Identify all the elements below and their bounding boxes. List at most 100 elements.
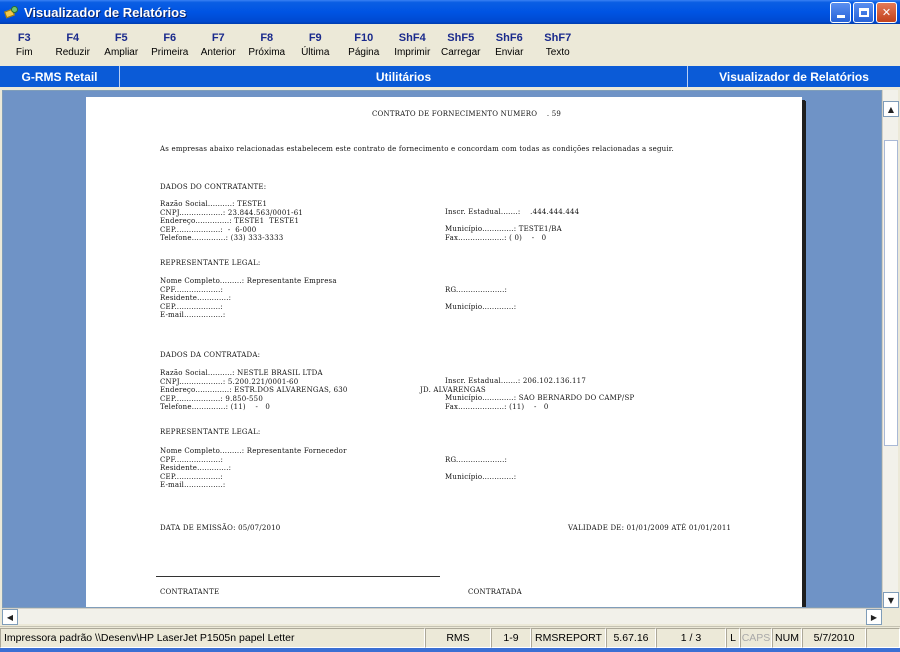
minimize-button[interactable] bbox=[830, 2, 851, 23]
representante-fields-right-2: RG....................: Município.......… bbox=[445, 447, 516, 481]
close-button[interactable]: ✕ bbox=[876, 2, 897, 23]
vertical-scrollbar[interactable]: ▲ ▼ bbox=[882, 90, 899, 608]
tool-ultima-button[interactable]: F9 Última bbox=[291, 24, 340, 66]
window-title: Visualizador de Relatórios bbox=[24, 4, 187, 20]
signature-line bbox=[156, 576, 440, 577]
field-line: Nome Completo.........: Representante Fo… bbox=[160, 447, 347, 455]
status-report: RMSREPORT bbox=[531, 628, 606, 648]
tool-reduzir-button[interactable]: F4 Reduzir bbox=[49, 24, 98, 66]
arrow-down-icon: ▼ bbox=[887, 595, 895, 605]
tool-imprimir-button[interactable]: ShF4 Imprimir bbox=[388, 24, 437, 66]
status-module: RMS bbox=[425, 628, 491, 648]
tool-label: Carregar bbox=[441, 46, 481, 58]
status-l: L bbox=[726, 628, 740, 648]
tool-ampliar-button[interactable]: F5 Ampliar bbox=[97, 24, 146, 66]
scroll-right-button[interactable]: ▶ bbox=[866, 609, 882, 625]
tool-key: F6 bbox=[163, 31, 177, 44]
field-line: Município.............: bbox=[445, 302, 517, 311]
field-line: RG....................: bbox=[445, 455, 508, 464]
field-line bbox=[445, 447, 516, 456]
tool-label: Primeira bbox=[151, 46, 189, 58]
field-line: JD. ALVARENGAS bbox=[420, 385, 486, 394]
restore-icon bbox=[858, 8, 869, 17]
report-title: CONTRATO DE FORNECIMENTO NUMERO . 59 bbox=[372, 110, 562, 118]
field-line: Endereço..............: ESTR.DOS ALVAREN… bbox=[160, 386, 348, 395]
tool-label: Última bbox=[301, 46, 330, 58]
arrow-right-icon: ▶ bbox=[870, 612, 878, 622]
tool-enviar-button[interactable]: ShF6 Enviar bbox=[485, 24, 534, 66]
vertical-scroll-thumb[interactable] bbox=[884, 140, 898, 446]
page-shadow bbox=[802, 101, 806, 607]
tool-pagina-button[interactable]: F10 Página bbox=[340, 24, 389, 66]
function-key-toolbar: F3 Fim F4 Reduzir F5 Ampliar F6 Primeira F7 A… bbox=[0, 24, 900, 66]
app-name: G-RMS Retail bbox=[0, 66, 120, 87]
tool-label: Próxima bbox=[248, 46, 286, 58]
field-line bbox=[445, 464, 516, 473]
scroll-up-button[interactable]: ▲ bbox=[883, 101, 899, 117]
tool-proxima-button[interactable]: F8 Próxima bbox=[243, 24, 292, 66]
representante-heading-2: REPRESENTANTE LEGAL: bbox=[160, 428, 261, 436]
field-line: Telefone..............: (11) - 0 bbox=[160, 403, 271, 412]
scroll-down-button[interactable]: ▼ bbox=[883, 592, 899, 608]
signature-contratada: CONTRATADA bbox=[468, 588, 522, 596]
report-intro: As empresas abaixo relacionadas estabele… bbox=[160, 145, 674, 153]
tool-texto-button[interactable]: ShF7 Texto bbox=[534, 24, 583, 66]
tool-key: F4 bbox=[66, 31, 80, 44]
header-band: G-RMS Retail Utilitários Visualizador de… bbox=[0, 66, 900, 87]
tool-label: Ampliar bbox=[104, 46, 139, 58]
status-printer: Impressora padrão \\Desenv\HP LaserJet P… bbox=[0, 628, 425, 648]
app-icon bbox=[4, 4, 20, 20]
tool-key: F7 bbox=[211, 31, 225, 44]
contratante-fields: Razão Social..........: TESTE1 CNPJ.....… bbox=[160, 200, 303, 243]
field-line: E-mail................: bbox=[160, 481, 226, 490]
field-line bbox=[445, 217, 579, 226]
module-name: Utilitários bbox=[375, 69, 432, 84]
representante-fields: Nome Completo.........: Representante Em… bbox=[160, 277, 337, 320]
maximize-button[interactable] bbox=[853, 2, 874, 23]
tool-label: Enviar bbox=[495, 46, 524, 58]
field-line: RG....................: bbox=[445, 285, 508, 294]
tool-label: Reduzir bbox=[55, 46, 90, 58]
field-line: CEP...................: bbox=[160, 302, 223, 311]
close-icon: ✕ bbox=[881, 6, 892, 19]
tool-label: Imprimir bbox=[394, 46, 431, 58]
tool-anterior-button[interactable]: F7 Anterior bbox=[194, 24, 243, 66]
tool-key: ShF7 bbox=[544, 31, 572, 44]
report-viewport[interactable]: CONTRATO DE FORNECIMENTO NUMERO . 59 As … bbox=[2, 90, 882, 608]
field-line: CPF...................: bbox=[160, 455, 224, 464]
field-line: Fax...................: (11) - 0 bbox=[445, 402, 549, 411]
tool-key: ShF4 bbox=[398, 31, 426, 44]
representante-fields-2: Nome Completo.........: Representante Fo… bbox=[160, 447, 347, 490]
horizontal-scrollbar[interactable]: ◀ ▶ bbox=[2, 608, 882, 625]
status-bar: Impressora padrão \\Desenv\HP LaserJet P… bbox=[0, 626, 900, 648]
field-line: CPF...................: bbox=[160, 285, 224, 294]
tool-key: F10 bbox=[354, 31, 374, 44]
tool-primeira-button[interactable]: F6 Primeira bbox=[146, 24, 195, 66]
field-line: CNPJ..................: 5.200.221/0001-6… bbox=[160, 377, 299, 386]
tool-carregar-button[interactable]: ShF5 Carregar bbox=[437, 24, 486, 66]
title-bar[interactable]: Visualizador de Relatórios ✕ bbox=[0, 0, 900, 24]
contratante-fields-right: Inscr. Estadual.......: .444.444.444 Mun… bbox=[445, 208, 579, 242]
tool-label: Fim bbox=[15, 46, 33, 58]
status-page: 1 / 3 bbox=[656, 628, 726, 648]
field-line: Inscr. Estadual.......: .444.444.444 bbox=[445, 208, 580, 216]
field-line: Inscr. Estadual.......: 206.102.136.117 bbox=[445, 377, 586, 385]
taskbar-edge bbox=[0, 648, 900, 652]
representante-heading: REPRESENTANTE LEGAL: bbox=[160, 259, 261, 267]
field-line: Residente.............: bbox=[160, 464, 232, 473]
contratada-fields: Razão Social..........: NESTLE BRASIL LT… bbox=[160, 369, 348, 412]
status-range: 1-9 bbox=[491, 628, 531, 648]
field-line: E-mail................: bbox=[160, 311, 226, 320]
field-line: Razão Social..........: NESTLE BRASIL LT… bbox=[160, 369, 323, 377]
scroll-left-button[interactable]: ◀ bbox=[2, 609, 18, 625]
field-line: Fax...................: ( 0) - 0 bbox=[445, 233, 547, 242]
emission-date: DATA DE EMISSÃO: 05/07/2010 bbox=[160, 524, 281, 532]
tool-key: F5 bbox=[114, 31, 128, 44]
contratada-heading: DADOS DA CONTRATADA: bbox=[160, 351, 261, 359]
field-line: CEP...................: bbox=[160, 472, 223, 481]
representante-fields-right: RG....................: Município.......… bbox=[445, 277, 516, 311]
status-date: 5/7/2010 bbox=[802, 628, 866, 648]
tool-label: Texto bbox=[545, 46, 570, 58]
tool-key: F8 bbox=[260, 31, 274, 44]
tool-fim-button[interactable]: F3 Fim bbox=[0, 24, 49, 66]
